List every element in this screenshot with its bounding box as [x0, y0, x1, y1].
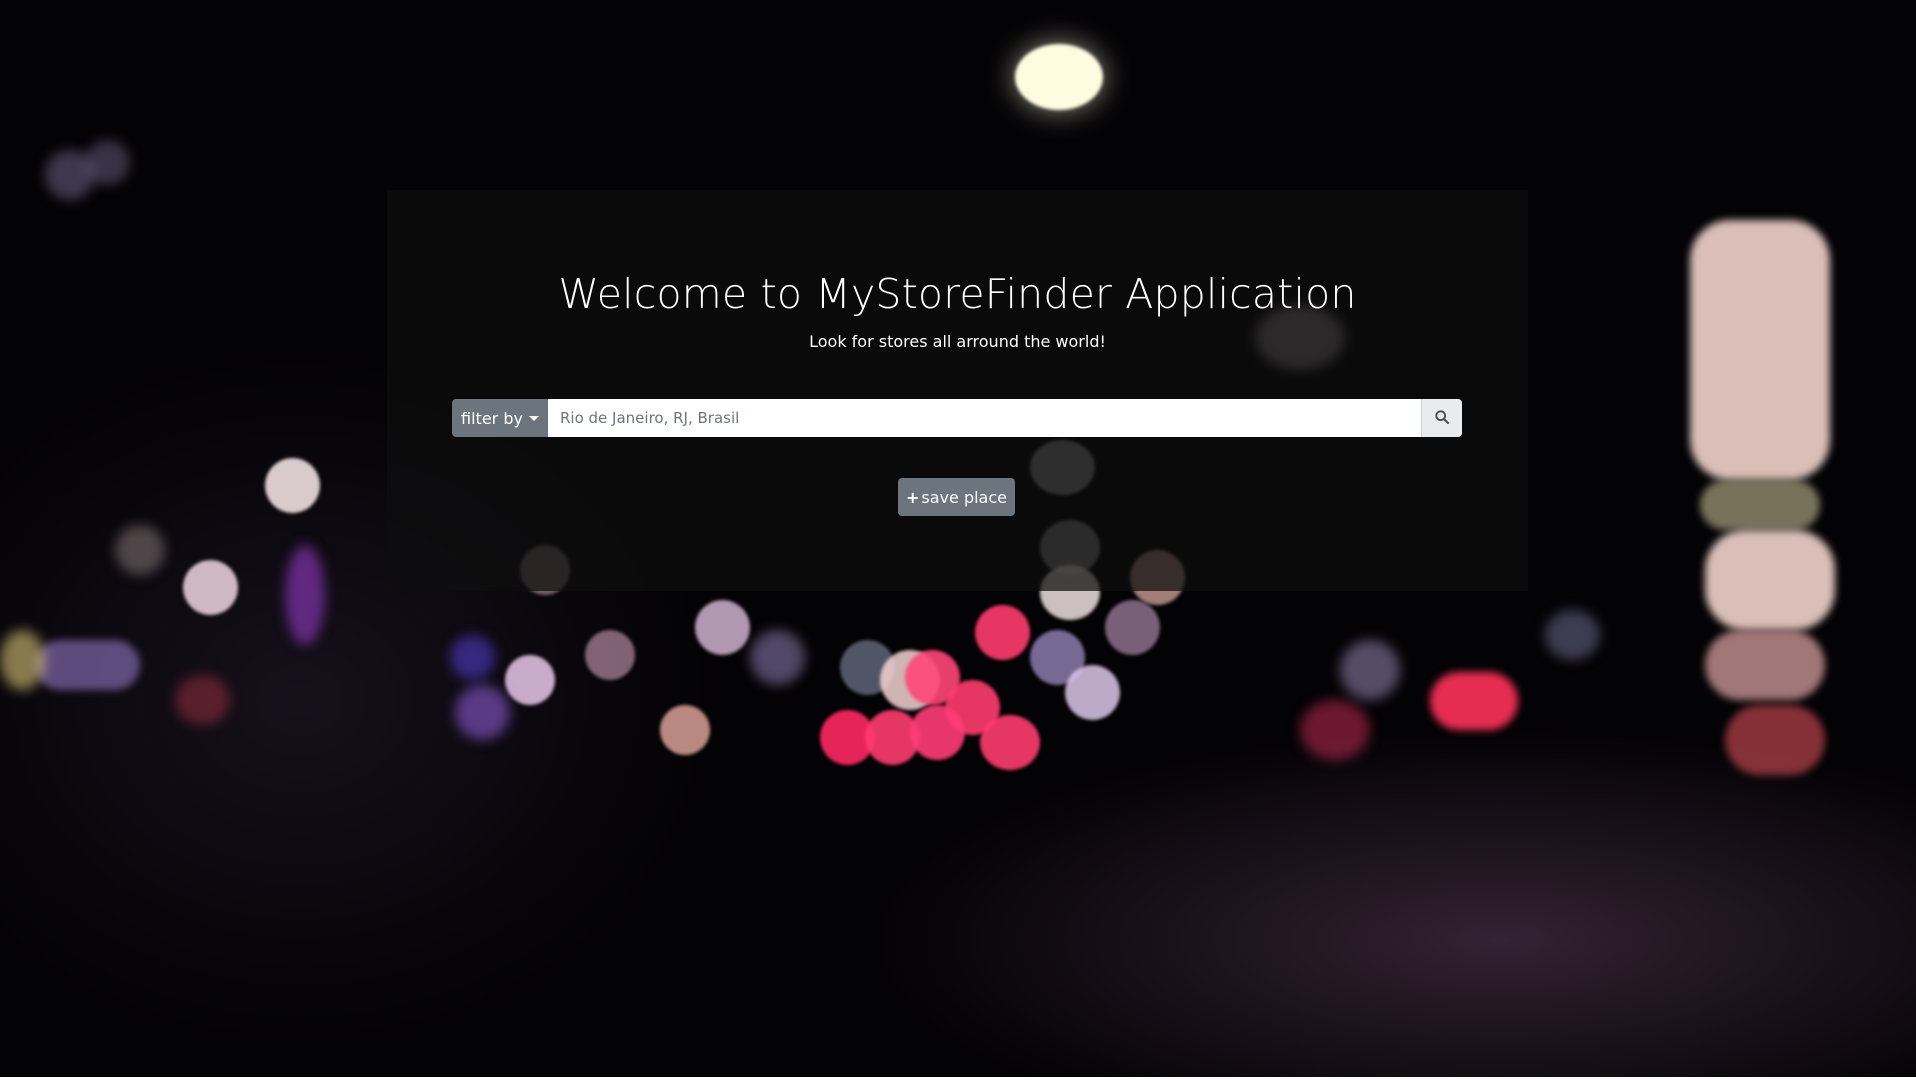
save-place-button[interactable]: + save place — [898, 478, 1015, 516]
search-icon — [1435, 409, 1450, 427]
caret-down-icon — [528, 415, 539, 421]
search-button[interactable] — [1421, 399, 1462, 437]
search-bar: filter by — [452, 399, 1462, 437]
hero-panel: Welcome to MyStoreFinder Application Loo… — [387, 190, 1528, 591]
search-input[interactable] — [548, 399, 1421, 437]
filter-by-dropdown-button[interactable]: filter by — [452, 399, 548, 437]
page-subtitle: Look for stores all arround the world! — [809, 332, 1106, 351]
filter-by-label: filter by — [461, 408, 523, 428]
plus-icon: + — [906, 487, 920, 507]
page-title: Welcome to MyStoreFinder Application — [558, 270, 1357, 318]
save-place-label: save place — [921, 487, 1007, 507]
